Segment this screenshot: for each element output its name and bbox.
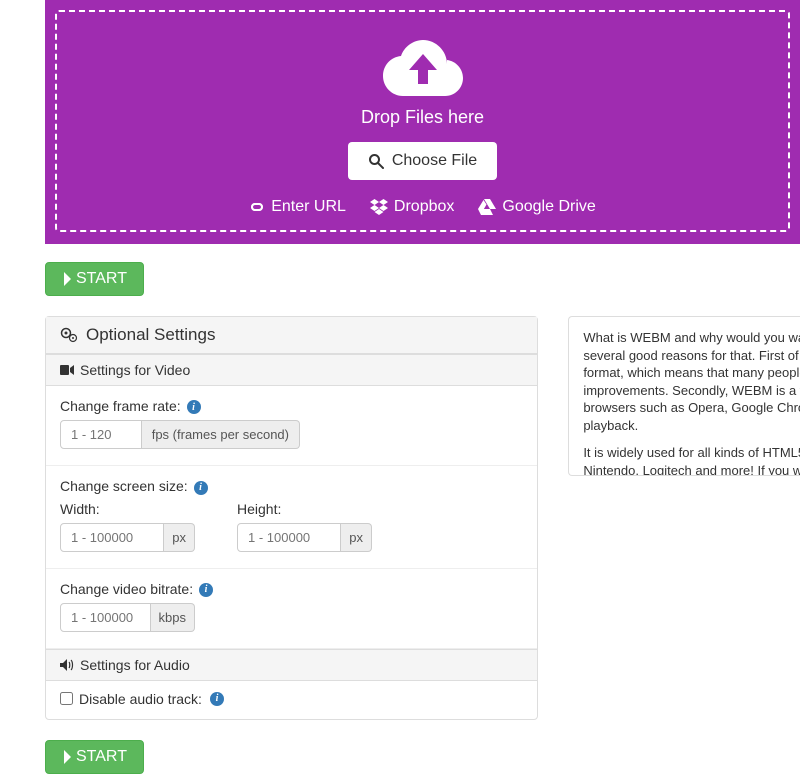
info-icon[interactable]: i: [199, 583, 213, 597]
info-icon[interactable]: i: [194, 481, 208, 495]
video-camera-icon: [60, 364, 74, 376]
start-button-top[interactable]: START: [45, 262, 144, 296]
disable-audio-row: Disable audio track: i: [46, 681, 537, 719]
link-icon: [249, 199, 265, 215]
frame-rate-group: Change frame rate: i fps (frames per sec…: [46, 386, 537, 466]
frame-rate-unit: fps (frames per second): [142, 420, 300, 449]
google-drive-icon: [478, 199, 496, 215]
dropzone-inner: Drop Files here Choose File Enter URL Dr…: [55, 10, 790, 232]
optional-settings-panel: Optional Settings Settings for Video Cha…: [45, 316, 538, 720]
chevron-right-icon: [62, 750, 72, 764]
dropzone-links: Enter URL Dropbox Google Drive: [77, 198, 768, 216]
bitrate-unit: kbps: [151, 603, 195, 632]
info-icon[interactable]: i: [187, 400, 201, 414]
bitrate-label: Change video bitrate: i: [60, 581, 523, 597]
volume-icon: [60, 659, 74, 671]
chevron-right-icon: [62, 272, 72, 286]
gears-icon: [60, 327, 78, 343]
bitrate-group: Change video bitrate: i kbps: [46, 569, 537, 649]
search-icon: [368, 153, 384, 169]
dropbox-icon: [370, 199, 388, 215]
drop-files-label: Drop Files here: [77, 107, 768, 128]
disable-audio-checkbox[interactable]: [60, 692, 73, 705]
bitrate-input[interactable]: [60, 603, 151, 632]
height-input[interactable]: [237, 523, 341, 552]
choose-file-button[interactable]: Choose File: [348, 142, 497, 180]
info-panel: What is WEBM and why would you want seve…: [568, 316, 800, 476]
cloud-upload-icon: [383, 40, 463, 96]
start-button-bottom[interactable]: START: [45, 740, 144, 774]
dropzone[interactable]: Drop Files here Choose File Enter URL Dr…: [45, 0, 800, 244]
info-icon[interactable]: i: [210, 692, 224, 706]
height-label: Height:: [237, 501, 372, 517]
enter-url-link[interactable]: Enter URL: [249, 198, 346, 216]
frame-rate-label: Change frame rate: i: [60, 398, 523, 414]
width-unit: px: [164, 523, 195, 552]
optional-settings-heading: Optional Settings: [46, 317, 537, 354]
screen-size-group: Change screen size: i Width: px Height: …: [46, 466, 537, 568]
disable-audio-label: Disable audio track:: [79, 691, 202, 707]
width-input[interactable]: [60, 523, 164, 552]
frame-rate-input[interactable]: [60, 420, 142, 449]
width-label: Width:: [60, 501, 195, 517]
choose-file-label: Choose File: [392, 152, 477, 170]
video-settings-heading: Settings for Video: [46, 354, 537, 386]
audio-settings-heading: Settings for Audio: [46, 649, 537, 681]
google-drive-link[interactable]: Google Drive: [478, 198, 595, 216]
dropbox-link[interactable]: Dropbox: [370, 198, 454, 216]
screen-size-label: Change screen size: i: [60, 478, 523, 494]
height-unit: px: [341, 523, 372, 552]
